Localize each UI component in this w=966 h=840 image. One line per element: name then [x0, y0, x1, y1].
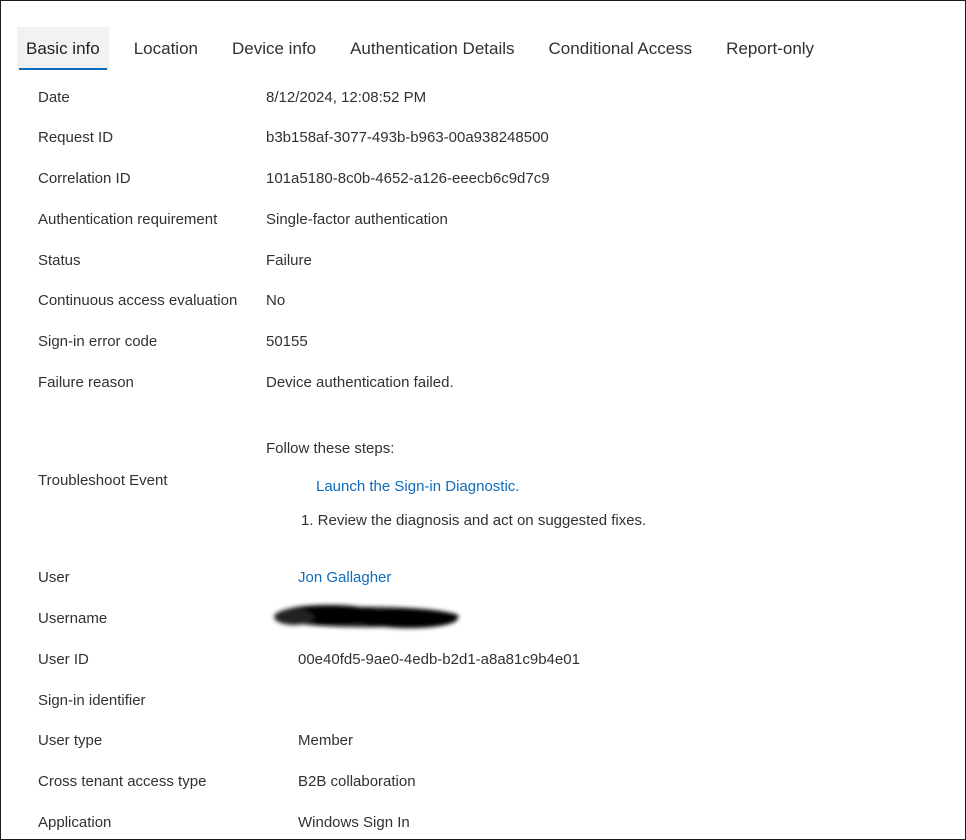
date-label: Date: [38, 89, 70, 106]
troubleshoot-label: Troubleshoot Event: [38, 472, 168, 489]
user-type-label: User type: [38, 732, 103, 749]
error-code-label: Sign-in error code: [38, 333, 158, 350]
failure-reason-label: Failure reason: [38, 374, 134, 391]
username-label: Username: [38, 610, 108, 627]
application-value: Windows Sign In: [298, 814, 410, 831]
tab-authentication-details[interactable]: Authentication Details: [341, 27, 523, 70]
launch-diagnostic-link[interactable]: Launch the Sign-in Diagnostic.: [316, 477, 519, 497]
auth-requirement-value: Single-factor authentication: [266, 211, 448, 228]
cae-value: No: [266, 292, 286, 309]
troubleshoot-step: 1. Review the diagnosis and act on sugge…: [301, 512, 647, 529]
sign-in-details-panel: Basic info Location Device info Authenti…: [0, 0, 966, 840]
cross-tenant-label: Cross tenant access type: [38, 773, 207, 790]
application-label: Application: [38, 814, 112, 831]
user-link[interactable]: Jon Gallagher: [298, 568, 391, 588]
error-code-value: 50155: [266, 333, 308, 350]
user-id-label: User ID: [38, 651, 89, 668]
signin-identifier-label: Sign-in identifier: [38, 692, 146, 709]
tab-bar: Basic info Location Device info Authenti…: [17, 27, 839, 73]
status-value: Failure: [266, 252, 312, 269]
cae-label: Continuous access evaluation: [38, 292, 238, 309]
tab-device-info[interactable]: Device info: [223, 27, 325, 70]
user-id-value: 00e40fd5-9ae0-4edb-b2d1-a8a81c9b4e01: [298, 651, 580, 668]
request-id-value: b3b158af-3077-493b-b963-00a938248500: [266, 129, 549, 146]
user-label: User: [38, 569, 70, 586]
tab-report-only[interactable]: Report-only: [717, 27, 823, 70]
tab-basic-info[interactable]: Basic info: [17, 27, 109, 70]
status-label: Status: [38, 252, 81, 269]
redacted-username: [274, 605, 459, 628]
failure-reason-value: Device authentication failed.: [266, 374, 454, 391]
correlation-id-label: Correlation ID: [38, 170, 131, 187]
tab-conditional-access[interactable]: Conditional Access: [540, 27, 702, 70]
request-id-label: Request ID: [38, 129, 114, 146]
auth-requirement-label: Authentication requirement: [38, 211, 218, 228]
user-type-value: Member: [298, 732, 354, 749]
cross-tenant-value: B2B collaboration: [298, 773, 416, 790]
correlation-id-value: 101a5180-8c0b-4652-a126-eeecb6c9d7c9: [266, 170, 550, 187]
troubleshoot-intro: Follow these steps:: [266, 440, 395, 457]
tab-location[interactable]: Location: [125, 27, 207, 70]
date-value: 8/12/2024, 12:08:52 PM: [266, 89, 427, 106]
